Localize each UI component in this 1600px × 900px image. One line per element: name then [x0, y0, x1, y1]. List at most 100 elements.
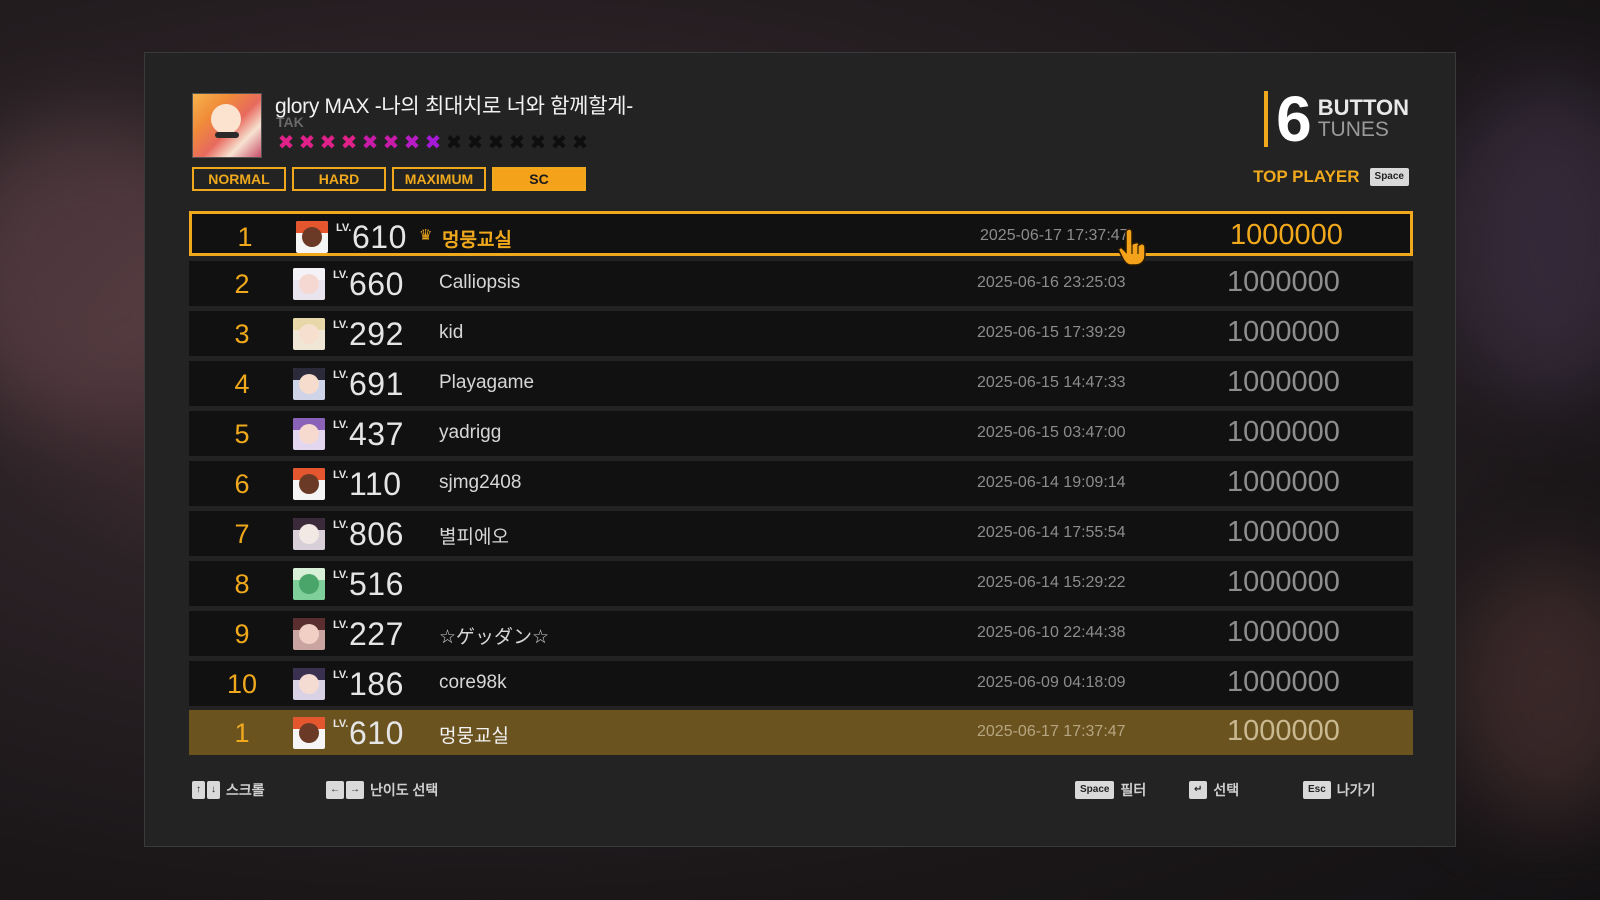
hint-label: 필터	[1120, 782, 1147, 798]
ranking-row[interactable]: 5 LV. 437 yadrigg 2025-06-15 03:47:00 1000000	[189, 411, 1413, 456]
player-name: 별피에오	[439, 527, 509, 548]
esc-key-icon: Esc	[1303, 781, 1331, 799]
score: 1000000	[1227, 516, 1340, 548]
player-name: sjmg2408	[439, 472, 522, 493]
ranking-row[interactable]: 4 LV. 691 Playagame 2025-06-15 14:47:33 10000…	[189, 361, 1413, 406]
player-level: 610	[352, 219, 407, 255]
level-prefix: LV.	[333, 669, 349, 681]
top-player-toggle[interactable]: TOP PLAYER Space	[1253, 167, 1409, 187]
ranking-row[interactable]: 3 LV. 292 kid 2025-06-15 17:39:29 1000000	[189, 311, 1413, 356]
record-date: 2025-06-17 17:37:47	[980, 227, 1129, 244]
player-name: 멍뭉교실	[442, 230, 512, 251]
difficulty-star-icon: ✖	[403, 132, 421, 154]
difficulty-star-icon: ✖	[382, 132, 400, 154]
record-date: 2025-06-14 15:29:22	[977, 574, 1126, 591]
background-blur	[1450, 560, 1600, 820]
player-level: 516	[349, 566, 404, 602]
player-level: 110	[349, 466, 402, 502]
player-name: kid	[439, 322, 464, 343]
rank: 8	[234, 569, 250, 599]
record-date: 2025-06-17 17:37:47	[977, 723, 1126, 740]
record-date: 2025-06-15 14:47:33	[977, 374, 1126, 391]
hint-exit: Esc 나가기	[1303, 780, 1375, 800]
score: 1000000	[1227, 616, 1340, 648]
avatar-face	[299, 374, 319, 394]
ranking-row[interactable]: 2 LV. 660 Calliopsis 2025-06-16 23:25:03 1000…	[189, 261, 1413, 306]
hint-label: 스크롤	[226, 782, 265, 798]
difficulty-star-icon: ✖	[571, 132, 589, 154]
tab-hard[interactable]: HARD	[292, 167, 386, 191]
avatar	[296, 221, 328, 253]
avatar	[293, 717, 325, 749]
top-player-label: TOP PLAYER	[1253, 167, 1360, 186]
right-arrow-key-icon: →	[346, 781, 364, 799]
my-record-row[interactable]: 1 LV. 610 멍뭉교실 2025-06-17 17:37:47 10000…	[189, 710, 1413, 755]
score: 1000000	[1230, 219, 1343, 251]
rank: 9	[234, 619, 250, 649]
logo-bar	[1264, 91, 1269, 147]
ranking-row[interactable]: 10 LV. 186 core98k 2025-06-09 04:18:09 100000…	[189, 661, 1413, 706]
player-name: Playagame	[439, 372, 535, 393]
crown-icon: ♛	[419, 227, 433, 244]
ranking-row[interactable]: 6 LV. 110 sjmg2408 2025-06-14 19:09:14 100000…	[189, 461, 1413, 506]
player-level: 437	[349, 416, 404, 452]
key-hints: ↑ ↓ 스크롤 ← → 난이도 선택 Space 필터 ↵ 선택 Esc 나가기	[192, 780, 1409, 800]
background-blur	[1440, 80, 1600, 400]
score: 1000000	[1227, 316, 1340, 348]
tab-maximum[interactable]: MAXIMUM	[392, 167, 486, 191]
record-date: 2025-06-14 17:55:54	[977, 524, 1126, 541]
rank: 4	[234, 369, 250, 399]
rank: 2	[234, 269, 250, 299]
avatar	[293, 668, 325, 700]
hand-cursor-icon	[1118, 228, 1146, 266]
player-name: core98k	[439, 672, 507, 693]
difficulty-star-icon: ✖	[487, 132, 505, 154]
left-arrow-key-icon: ←	[326, 781, 344, 799]
logo-line2: TUNES	[1317, 118, 1389, 141]
level-prefix: LV.	[333, 718, 349, 730]
rank: 7	[234, 519, 250, 549]
song-artist: TAK	[276, 114, 304, 130]
tab-sc[interactable]: SC	[492, 167, 586, 191]
record-date: 2025-06-15 03:47:00	[977, 424, 1126, 441]
hint-select: ↵ 선택	[1189, 780, 1239, 800]
ranking-row[interactable]: 1 LV. 610 멍뭉교실 2025-06-17 17:37:47 1000000 ♛	[189, 211, 1413, 256]
difficulty-star-icon: ✖	[277, 132, 295, 154]
avatar	[293, 268, 325, 300]
player-level: 227	[349, 616, 404, 652]
difficulty-star-icon: ✖	[550, 132, 568, 154]
avatar-face	[299, 674, 319, 694]
record-date: 2025-06-14 19:09:14	[977, 474, 1126, 491]
logo-number: 6	[1276, 83, 1312, 155]
difficulty-star-icon: ✖	[340, 132, 358, 154]
difficulty-star-icon: ✖	[298, 132, 316, 154]
player-name: Calliopsis	[439, 272, 521, 293]
player-level: 186	[349, 666, 404, 702]
enter-key-icon: ↵	[1189, 781, 1208, 799]
rank: 10	[226, 669, 258, 699]
tab-normal[interactable]: NORMAL	[192, 167, 286, 191]
record-date: 2025-06-09 04:18:09	[977, 674, 1126, 691]
ranking-row[interactable]: 7 LV. 806 별피에오 2025-06-14 17:55:54 1000000	[189, 511, 1413, 556]
avatar-face	[299, 574, 319, 594]
player-level: 691	[349, 366, 404, 402]
space-key-icon: Space	[1369, 168, 1409, 186]
rank: 3	[234, 319, 250, 349]
difficulty-star-icon: ✖	[424, 132, 442, 154]
up-arrow-key-icon: ↑	[192, 781, 205, 799]
ranking-row[interactable]: 8 LV. 516 2025-06-14 15:29:22 1000000	[189, 561, 1413, 606]
level-prefix: LV.	[333, 319, 349, 331]
ranking-row[interactable]: 9 LV. 227 ☆ゲッダン☆ 2025-06-10 22:44:38 1000000	[189, 611, 1413, 656]
level-prefix: LV.	[333, 469, 349, 481]
difficulty-star-icon: ✖	[319, 132, 337, 154]
space-key-icon: Space	[1075, 781, 1115, 799]
player-level: 806	[349, 516, 404, 552]
song-title: glory MAX -나의 최대치로 너와 함께할게-	[275, 95, 633, 118]
difficulty-star-icon: ✖	[445, 132, 463, 154]
rank: 1	[234, 718, 250, 748]
difficulty-star-icon: ✖	[361, 132, 379, 154]
hint-filter: Space 필터	[1075, 780, 1146, 800]
game-logo: 6 BUTTON TUNES	[1264, 83, 1409, 155]
score: 1000000	[1227, 566, 1340, 598]
avatar-face	[299, 424, 319, 444]
